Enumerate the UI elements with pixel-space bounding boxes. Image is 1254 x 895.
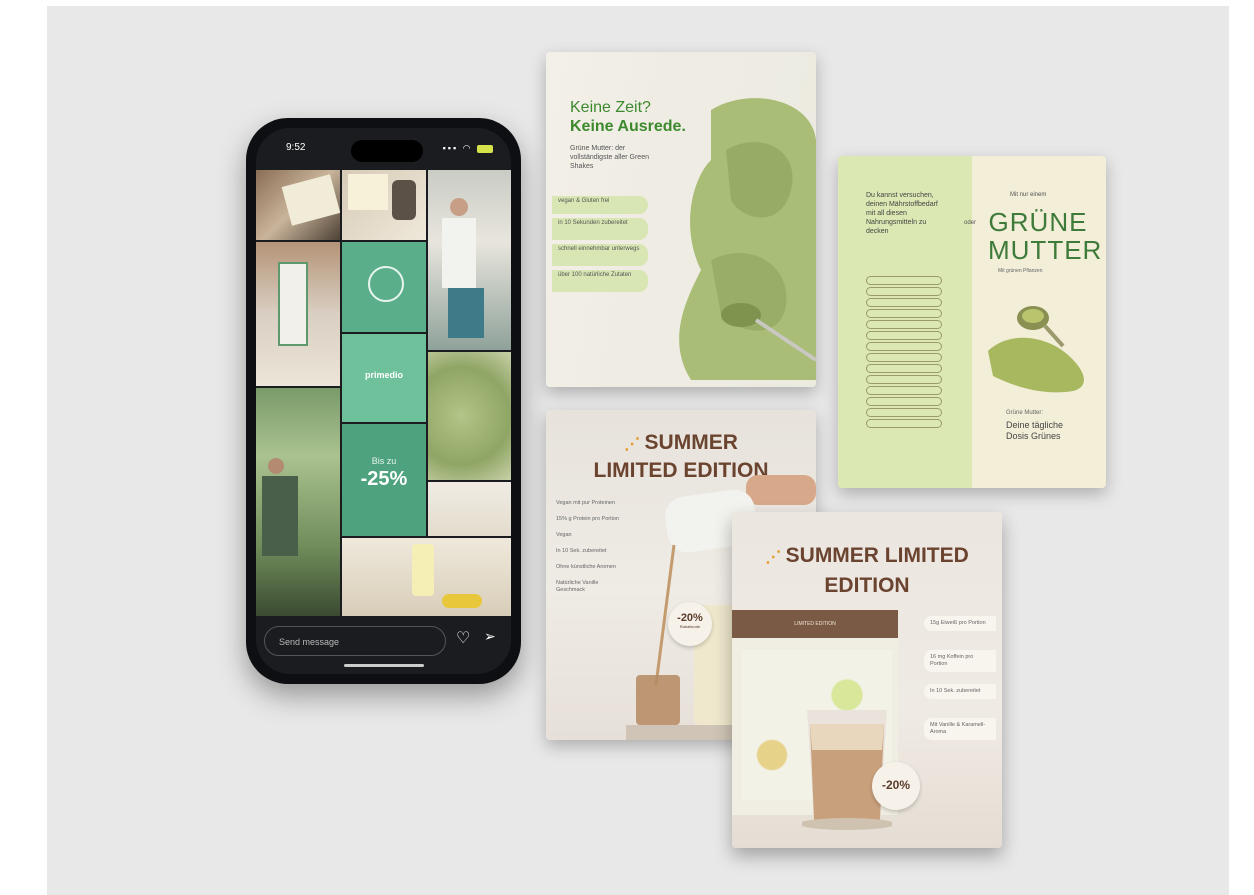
discount-badge: -20% Rabattcode (668, 602, 712, 646)
brand-name: primedio (364, 370, 403, 380)
post-card-keine-zeit: Keine Zeit? Keine Ausrede. Grüne Mutter:… (546, 52, 816, 387)
card-title: Keine Zeit? Keine Ausrede. (570, 98, 686, 136)
status-time: 9:52 (286, 142, 306, 153)
footer-intro: Grüne Mutter: (1006, 410, 1044, 416)
grid-tile-photo[interactable] (256, 388, 340, 616)
grid-tile-brand[interactable]: primedio (342, 334, 426, 422)
discount-value: -25% (360, 468, 408, 490)
home-indicator (344, 664, 424, 667)
checklist-item (866, 386, 942, 395)
checklist-item (866, 408, 942, 417)
checklist-item (866, 331, 942, 340)
feature-pill: schnell einnehmbar unterwegs (552, 244, 648, 266)
checklist-item (866, 364, 942, 373)
feature-pill: vegan & Gluten frei (552, 196, 648, 214)
battery-icon (477, 144, 493, 153)
checklist-item (866, 375, 942, 384)
package-label: LIMITED EDITION (732, 610, 898, 638)
card-title: ⋰ SUMMER LIMITED EDITION (732, 542, 1002, 600)
feature-item: Vegan (556, 532, 572, 538)
feature-item: Ohne künstliche Aromen (556, 564, 616, 570)
checklist-item (866, 276, 942, 285)
status-icons: ▪▪▪ ◠ (443, 143, 493, 154)
feature-item: Vegan mit pur Proteinen (556, 500, 616, 506)
badge-subtext: Rabattcode (679, 624, 701, 629)
message-input[interactable]: Send message (264, 626, 446, 656)
discount-badge: -20% (872, 762, 920, 810)
brand-line-1: GRÜNE (988, 207, 1088, 237)
feature-item: In 10 Sek. zubereitet (556, 548, 607, 554)
grid-tile-photo[interactable] (342, 170, 426, 240)
feature-item: 15g Eiweiß pro Portion (924, 616, 996, 631)
feature-item: Mit Vanille & Karamell-Aroma (924, 718, 996, 740)
smartphone-mockup: 9:52 ▪▪▪ ◠ primedio Bis zu -25% Send mes… (246, 118, 521, 684)
badge-value: -20% (677, 612, 703, 624)
instagram-grid: primedio Bis zu -25% (256, 170, 511, 616)
status-bar: 9:52 ▪▪▪ ◠ (256, 128, 511, 170)
title-line-2: Keine Ausrede. (570, 118, 686, 135)
checklist-item (866, 309, 942, 318)
matcha-powder-image (679, 98, 816, 380)
badge-value: -20% (881, 778, 910, 792)
feature-item: 16 mg Koffein pro Portion (924, 650, 996, 672)
matcha-scoop-image (988, 306, 1084, 393)
brand-tagline: Mit grünen Pflanzen (998, 268, 1043, 274)
title-line-1: SUMMER LIMITED (785, 544, 969, 567)
checklist-item (866, 397, 942, 406)
feature-list: Vegan mit pur Proteinen 15% g Protein pr… (556, 500, 626, 603)
mockup-background: 9:52 ▪▪▪ ◠ primedio Bis zu -25% Send mes… (47, 6, 1229, 895)
brand-line-2: MUTTER (988, 235, 1103, 265)
brand-intro: Mit nur einem (1010, 192, 1047, 198)
grid-tile-photo[interactable] (342, 538, 511, 616)
feature-pill: über 100 natürliche Zutaten (552, 270, 648, 292)
grid-tile-discount[interactable]: Bis zu -25% (342, 424, 426, 536)
dynamic-island (351, 140, 423, 162)
checklist-item (866, 342, 942, 351)
send-icon[interactable]: ➢ (484, 628, 496, 645)
heart-icon[interactable]: ♡ (456, 628, 470, 648)
sun-icon: ⋰ (624, 436, 645, 453)
discount-prefix: Bis zu (371, 456, 397, 466)
grid-tile-photo[interactable] (428, 352, 511, 480)
iced-latte-image (802, 710, 892, 830)
grid-tile-logo[interactable] (342, 242, 426, 332)
title-line-1: Keine Zeit? (570, 99, 651, 116)
checklist-item (866, 419, 942, 428)
checklist-item (866, 287, 942, 296)
title-line-2: EDITION (824, 574, 910, 597)
footer-claim: Deine tägliche Dosis Grünes (1006, 420, 1064, 441)
post-card-gruene-mutter: Du kannst versuchen, deinen Mährstoffbed… (838, 156, 1106, 488)
feature-item: In 10 Sek. zubereitet (924, 684, 996, 699)
sun-icon: ⋰ (765, 549, 786, 566)
title-line-1: SUMMER (644, 431, 738, 454)
post-card-summer-limited-2: ⋰ SUMMER LIMITED EDITION LIMITED EDITION… (732, 512, 1002, 848)
comparison-question: Du kannst versuchen, deinen Mährstoffbed… (866, 192, 938, 235)
checklist-item (866, 320, 942, 329)
grid-tile-photo[interactable] (428, 170, 511, 350)
grid-tile-photo[interactable] (428, 482, 511, 536)
grid-tile-photo[interactable] (256, 242, 340, 386)
brand-logo: GRÜNE MUTTER (988, 207, 1103, 265)
or-label: oder (964, 220, 977, 226)
feature-item: 15% g Protein pro Portion (556, 516, 619, 522)
grid-tile-photo[interactable] (256, 170, 340, 240)
phone-screen: 9:52 ▪▪▪ ◠ primedio Bis zu -25% Send mes… (256, 128, 511, 674)
checklist-item (866, 298, 942, 307)
feature-item: Natürliche Vanille Geschmack (556, 580, 599, 593)
checklist-item (866, 353, 942, 362)
feature-pill: in 10 Sekunden zubereitet (552, 218, 648, 240)
card-subtitle: Grüne Mutter: der vollständigste aller G… (570, 145, 649, 170)
